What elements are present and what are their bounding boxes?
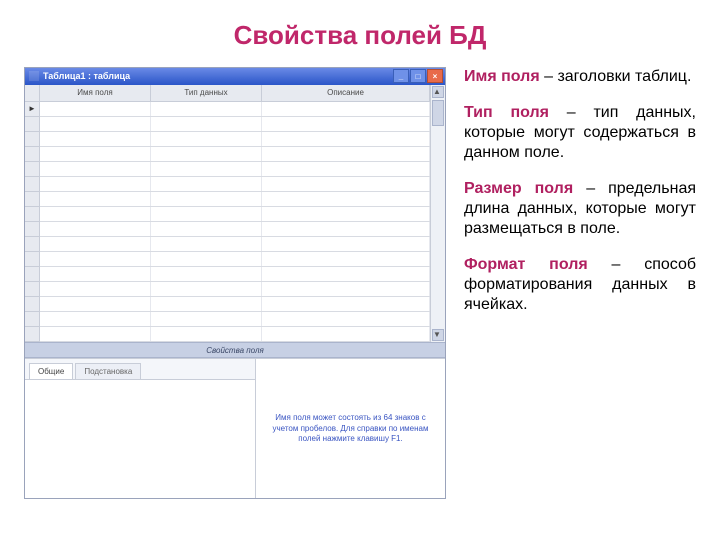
property-tabs: Общие Подстановка bbox=[25, 359, 255, 379]
close-button[interactable]: × bbox=[427, 69, 443, 83]
hint-text: Имя поля может состоять из 64 знаков с у… bbox=[266, 413, 435, 444]
maximize-button[interactable]: □ bbox=[410, 69, 426, 83]
tab-general[interactable]: Общие bbox=[29, 363, 73, 379]
window-caption: Таблица1 : таблица bbox=[43, 71, 130, 81]
term-size: Размер поля bbox=[464, 180, 573, 197]
term-format: Формат поля bbox=[464, 256, 588, 273]
tab-lookup[interactable]: Подстановка bbox=[75, 363, 141, 379]
slide-title: Свойства полей БД bbox=[0, 20, 720, 51]
grid-body[interactable] bbox=[40, 102, 430, 342]
field-properties-label: Свойства поля bbox=[25, 342, 445, 359]
design-grid: ► Имя поля Тип данных Описание bbox=[25, 85, 445, 342]
scroll-up-icon[interactable]: ▲ bbox=[432, 86, 444, 98]
minimize-button[interactable]: _ bbox=[393, 69, 409, 83]
access-window: Таблица1 : таблица _ □ × ► Имя поля bbox=[24, 67, 446, 499]
grid-header-row: Имя поля Тип данных Описание bbox=[40, 85, 430, 102]
col-header-desc[interactable]: Описание bbox=[262, 85, 430, 101]
term-name: Имя поля bbox=[464, 68, 540, 85]
titlebar: Таблица1 : таблица _ □ × bbox=[25, 68, 445, 85]
property-sheet[interactable] bbox=[25, 379, 255, 498]
table-icon bbox=[29, 71, 39, 81]
row-marker-column: ► bbox=[25, 85, 40, 342]
current-row-marker: ► bbox=[25, 102, 39, 117]
def-size: Размер поля – предельная длина данных, к… bbox=[464, 179, 696, 239]
def-format: Формат поля – способ форматирования данн… bbox=[464, 255, 696, 315]
def-type: Тип поля – тип данных, которые могут сод… bbox=[464, 103, 696, 163]
slide-content: Таблица1 : таблица _ □ × ► Имя поля bbox=[0, 67, 720, 499]
def-name: Имя поля – заголовки таблиц. bbox=[464, 67, 696, 87]
def-name-text: – заголовки таблиц. bbox=[540, 68, 692, 85]
scroll-thumb[interactable] bbox=[432, 100, 444, 126]
col-header-name[interactable]: Имя поля bbox=[40, 85, 151, 101]
vertical-scrollbar[interactable]: ▲ ▼ bbox=[430, 85, 445, 342]
scroll-down-icon[interactable]: ▼ bbox=[432, 329, 444, 341]
col-header-type[interactable]: Тип данных bbox=[151, 85, 262, 101]
definitions: Имя поля – заголовки таблиц. Тип поля – … bbox=[464, 67, 696, 499]
field-properties-pane: Общие Подстановка Имя поля может состоят… bbox=[25, 358, 445, 498]
term-type: Тип поля bbox=[464, 104, 549, 121]
